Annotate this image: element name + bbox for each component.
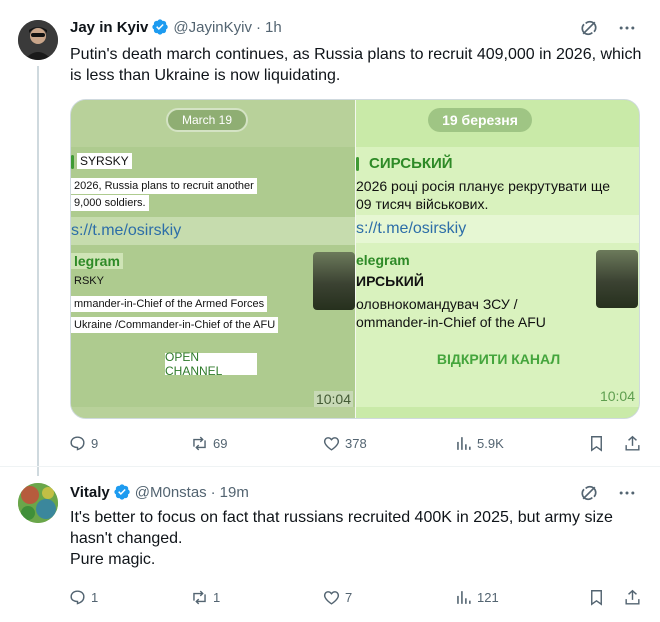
like-count: 7 bbox=[345, 590, 353, 605]
channel-link: s://t.me/osirskiy bbox=[356, 215, 639, 243]
avatar[interactable] bbox=[18, 20, 58, 60]
share-button[interactable] bbox=[623, 588, 643, 607]
views-button[interactable]: 121 bbox=[454, 588, 587, 607]
like-count: 378 bbox=[345, 436, 367, 451]
reply-button[interactable]: 9 bbox=[68, 434, 190, 453]
post-vitaly[interactable]: Vitaly @M0nstas · 19m It's better to foc… bbox=[0, 466, 660, 622]
views-button[interactable]: 5.9K bbox=[454, 434, 587, 453]
post-header: Vitaly @M0nstas · 19m bbox=[70, 483, 249, 501]
channel-photo bbox=[596, 250, 638, 308]
accent-bar bbox=[71, 155, 74, 169]
open-channel-button: ВІДКРИТИ КАНАЛ bbox=[436, 351, 561, 367]
message-line-1: 2026, Russia plans to recruit another bbox=[71, 178, 257, 194]
post-actions-bar: 9 69 378 5.9K bbox=[68, 434, 643, 453]
repost-icon bbox=[193, 590, 206, 605]
like-button[interactable]: 378 bbox=[322, 434, 454, 453]
views-icon bbox=[457, 591, 471, 604]
verified-badge-icon bbox=[151, 18, 169, 36]
post-body: Putin's death march continues, as Russia… bbox=[70, 46, 646, 84]
bookmark-icon bbox=[591, 590, 602, 606]
reply-count: 1 bbox=[91, 590, 99, 605]
repost-button[interactable]: 69 bbox=[190, 434, 322, 453]
repost-count: 1 bbox=[213, 590, 221, 605]
channel-label: SYRSKY bbox=[77, 153, 132, 169]
bookmark-icon bbox=[591, 436, 602, 452]
share-icon bbox=[625, 589, 640, 605]
reply-button[interactable]: 1 bbox=[68, 588, 190, 607]
message-line-2: 09 тисяч військових. bbox=[356, 196, 489, 212]
author-handle[interactable]: @M0nstas bbox=[135, 484, 207, 501]
post-jay-in-kyiv[interactable]: Jay in Kyiv @JayinKyiv · 1h Putin's deat… bbox=[0, 0, 660, 466]
telegram-label: legram bbox=[71, 253, 123, 269]
channel-desc-2: ommander-in-Chief of the AFU bbox=[356, 314, 546, 330]
like-icon bbox=[323, 437, 340, 451]
channel-desc-2: Ukraine /Commander-in-Chief of the AFU bbox=[71, 317, 279, 333]
share-icon bbox=[625, 435, 640, 451]
accent-bar bbox=[356, 157, 359, 171]
post-header-actions bbox=[578, 482, 638, 504]
telegram-label: elegram bbox=[356, 252, 410, 268]
message-line-2: 9,000 soldiers. bbox=[71, 195, 149, 211]
post-header: Jay in Kyiv @JayinKyiv · 1h bbox=[70, 18, 282, 36]
post-actions-bar: 1 1 7 121 bbox=[68, 588, 643, 607]
channel-name: RSKY bbox=[74, 275, 104, 287]
author-name[interactable]: Jay in Kyiv bbox=[70, 19, 148, 36]
post-timestamp[interactable]: 1h bbox=[265, 19, 282, 36]
post-text: Putin's death march continues, as Russia… bbox=[70, 44, 645, 86]
author-name[interactable]: Vitaly bbox=[70, 484, 110, 501]
views-count: 5.9K bbox=[477, 436, 504, 451]
verified-badge-icon bbox=[113, 483, 131, 501]
author-handle[interactable]: @JayinKyiv bbox=[173, 19, 252, 36]
date-pill: March 19 bbox=[166, 108, 248, 132]
avatar[interactable] bbox=[18, 483, 58, 523]
like-button[interactable]: 7 bbox=[322, 588, 454, 607]
channel-desc-1: оловнокомандувач ЗСУ / bbox=[356, 296, 518, 312]
message-line-1: 2026 році росія планує рекрутувати ще bbox=[356, 178, 611, 194]
repost-button[interactable]: 1 bbox=[190, 588, 322, 607]
views-icon bbox=[457, 437, 471, 450]
post-body: It's better to focus on fact that russia… bbox=[70, 509, 613, 568]
open-channel-button: OPEN CHANNEL bbox=[165, 350, 257, 378]
media-left-panel: March 19 SYRSKY 2026, Russia plans to re… bbox=[71, 100, 355, 418]
post-media-image[interactable]: March 19 SYRSKY 2026, Russia plans to re… bbox=[70, 99, 640, 419]
bookmark-button[interactable] bbox=[587, 434, 623, 453]
like-icon bbox=[323, 591, 340, 605]
post-timestamp[interactable]: 19m bbox=[220, 484, 249, 501]
grok-icon[interactable] bbox=[578, 482, 600, 504]
message-time: 10:04 bbox=[313, 391, 353, 407]
views-count: 121 bbox=[477, 590, 499, 605]
reply-icon bbox=[70, 436, 85, 451]
channel-name: ИРСЬКИЙ bbox=[356, 273, 424, 289]
bookmark-button[interactable] bbox=[587, 588, 623, 607]
post-text: It's better to focus on fact that russia… bbox=[70, 507, 645, 570]
channel-label: СИРСЬКИЙ bbox=[369, 155, 453, 172]
channel-link: s://t.me/osirskiy bbox=[71, 217, 355, 245]
separator-dot: · bbox=[210, 483, 216, 501]
channel-photo bbox=[313, 252, 355, 310]
more-icon[interactable] bbox=[616, 17, 638, 39]
repost-icon bbox=[193, 436, 206, 451]
reply-icon bbox=[70, 590, 85, 605]
more-icon[interactable] bbox=[616, 482, 638, 504]
message-time: 10:04 bbox=[599, 388, 635, 404]
channel-desc-1: mmander-in-Chief of the Armed Forces bbox=[71, 296, 268, 312]
post-header-actions bbox=[578, 17, 638, 39]
separator-dot: · bbox=[255, 18, 261, 36]
media-right-panel: 19 березня СИРСЬКИЙ 2026 році росія план… bbox=[356, 100, 639, 418]
share-button[interactable] bbox=[623, 434, 643, 453]
repost-count: 69 bbox=[213, 436, 228, 451]
date-pill: 19 березня bbox=[428, 108, 532, 132]
reply-count: 9 bbox=[91, 436, 99, 451]
grok-icon[interactable] bbox=[578, 17, 600, 39]
